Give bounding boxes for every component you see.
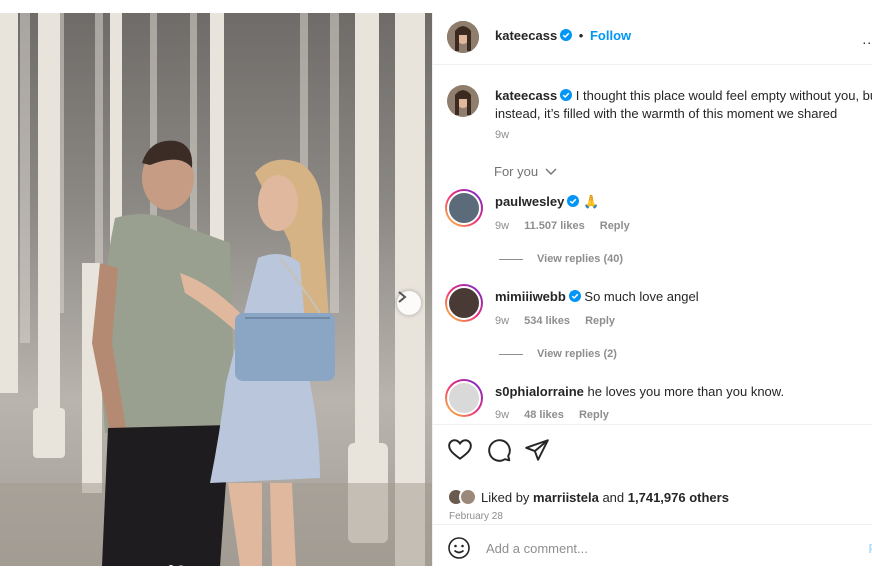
caption-age: 9w <box>495 129 510 141</box>
chevron-right-icon <box>398 291 407 303</box>
caption-text-line1: I thought this place would feel empty wi… <box>575 88 872 103</box>
caption-username[interactable]: kateecass <box>495 88 557 103</box>
caption-text-line2: instead, it’s filled with the warmth of … <box>495 106 838 121</box>
liked-by-and: and <box>602 489 625 505</box>
next-photo-button[interactable] <box>397 291 421 315</box>
comment-text: So much love angel <box>584 289 699 304</box>
verified-icon <box>560 89 573 101</box>
liker-avatar <box>459 488 477 506</box>
view-replies-label: View replies (40) <box>537 253 624 265</box>
reply-button[interactable]: Reply <box>600 220 630 232</box>
commenter-avatar[interactable] <box>445 284 483 322</box>
post-header: kateecass • Follow ... <box>433 13 872 65</box>
post-caption: kateecass I thought this place would fee… <box>495 87 872 123</box>
comment-age: 9w <box>495 220 510 232</box>
verified-icon <box>567 195 580 207</box>
view-replies-button[interactable]: View replies (40) <box>499 253 623 265</box>
comment-likes[interactable]: 534 likes <box>524 315 570 327</box>
comment-text: 🙏 <box>583 194 600 209</box>
commenter-avatar-image <box>447 286 481 320</box>
view-replies-button[interactable]: View replies (2) <box>499 348 617 360</box>
comment-meta: 9w 11.507 likes Reply <box>495 220 642 232</box>
liked-by-prefix: Liked by <box>481 489 530 505</box>
post-photo[interactable] <box>0 13 432 566</box>
comment-text: he loves you more than you know. <box>587 384 785 399</box>
commenter-avatar[interactable] <box>445 189 483 227</box>
for-you-label: For you <box>494 164 539 179</box>
liked-by-avatars <box>447 488 477 506</box>
commenter-avatar[interactable] <box>445 379 483 417</box>
replies-divider <box>499 353 523 355</box>
comment-input[interactable]: Add a comment... <box>486 541 588 556</box>
author-avatar[interactable] <box>447 21 479 53</box>
chevron-down-icon <box>545 168 557 175</box>
comment-meta: 9w 48 likes Reply <box>495 409 621 421</box>
post-comment-button[interactable]: P <box>868 541 872 556</box>
heart-icon[interactable] <box>447 437 473 463</box>
comment-body: paulwesley 🙏 <box>495 194 599 210</box>
separator-dot: • <box>578 28 584 43</box>
comment-meta: 9w 534 likes Reply <box>495 315 627 327</box>
share-icon[interactable] <box>524 437 550 463</box>
add-comment-bar: Add a comment... P <box>433 524 872 566</box>
author-avatar-image <box>447 21 479 53</box>
post-details-panel: kateecass • Follow ... kateecass I thoug… <box>432 13 872 566</box>
comment-age: 9w <box>495 315 510 327</box>
caption-avatar-image <box>447 85 479 117</box>
comment-username[interactable]: paulwesley <box>495 194 564 209</box>
liked-by-user[interactable]: marriistela <box>533 490 599 505</box>
comment-age: 9w <box>495 409 510 421</box>
carousel-dot <box>178 565 184 566</box>
comment-username[interactable]: s0phialorraine <box>495 384 584 399</box>
comment-icon[interactable] <box>486 437 512 463</box>
carousel-dot <box>168 565 174 566</box>
follow-button[interactable]: Follow <box>590 28 631 43</box>
post-actions: Liked by marriistela and 1,741,976 other… <box>433 424 872 524</box>
view-replies-label: View replies (2) <box>537 348 617 360</box>
author-username[interactable]: kateecass <box>495 28 557 43</box>
verified-icon <box>560 29 573 41</box>
comment-username[interactable]: mimiiiwebb <box>495 289 566 304</box>
more-options-icon[interactable]: ... <box>862 31 872 47</box>
comment-likes[interactable]: 11.507 likes <box>524 220 585 232</box>
for-you-dropdown[interactable]: For you <box>494 164 557 179</box>
reply-button[interactable]: Reply <box>585 315 615 327</box>
likes-summary: Liked by marriistela and 1,741,976 other… <box>447 488 729 506</box>
post-image <box>0 13 432 566</box>
carousel-dots <box>168 565 184 566</box>
comment-likes[interactable]: 48 likes <box>524 409 564 421</box>
header-title: kateecass • Follow <box>495 28 631 43</box>
comment-body: mimiiiwebb So much love angel <box>495 289 699 304</box>
post-date: February 28 <box>449 511 503 522</box>
verified-icon <box>568 290 581 302</box>
commenter-avatar-image <box>447 381 481 415</box>
liked-by-others[interactable]: 1,741,976 others <box>628 490 729 505</box>
comment-body: s0phialorraine he loves you more than yo… <box>495 384 784 399</box>
replies-divider <box>499 258 523 260</box>
emoji-icon[interactable] <box>447 536 471 560</box>
caption-author-avatar[interactable] <box>447 85 479 117</box>
commenter-avatar-image <box>447 191 481 225</box>
reply-button[interactable]: Reply <box>579 409 609 421</box>
